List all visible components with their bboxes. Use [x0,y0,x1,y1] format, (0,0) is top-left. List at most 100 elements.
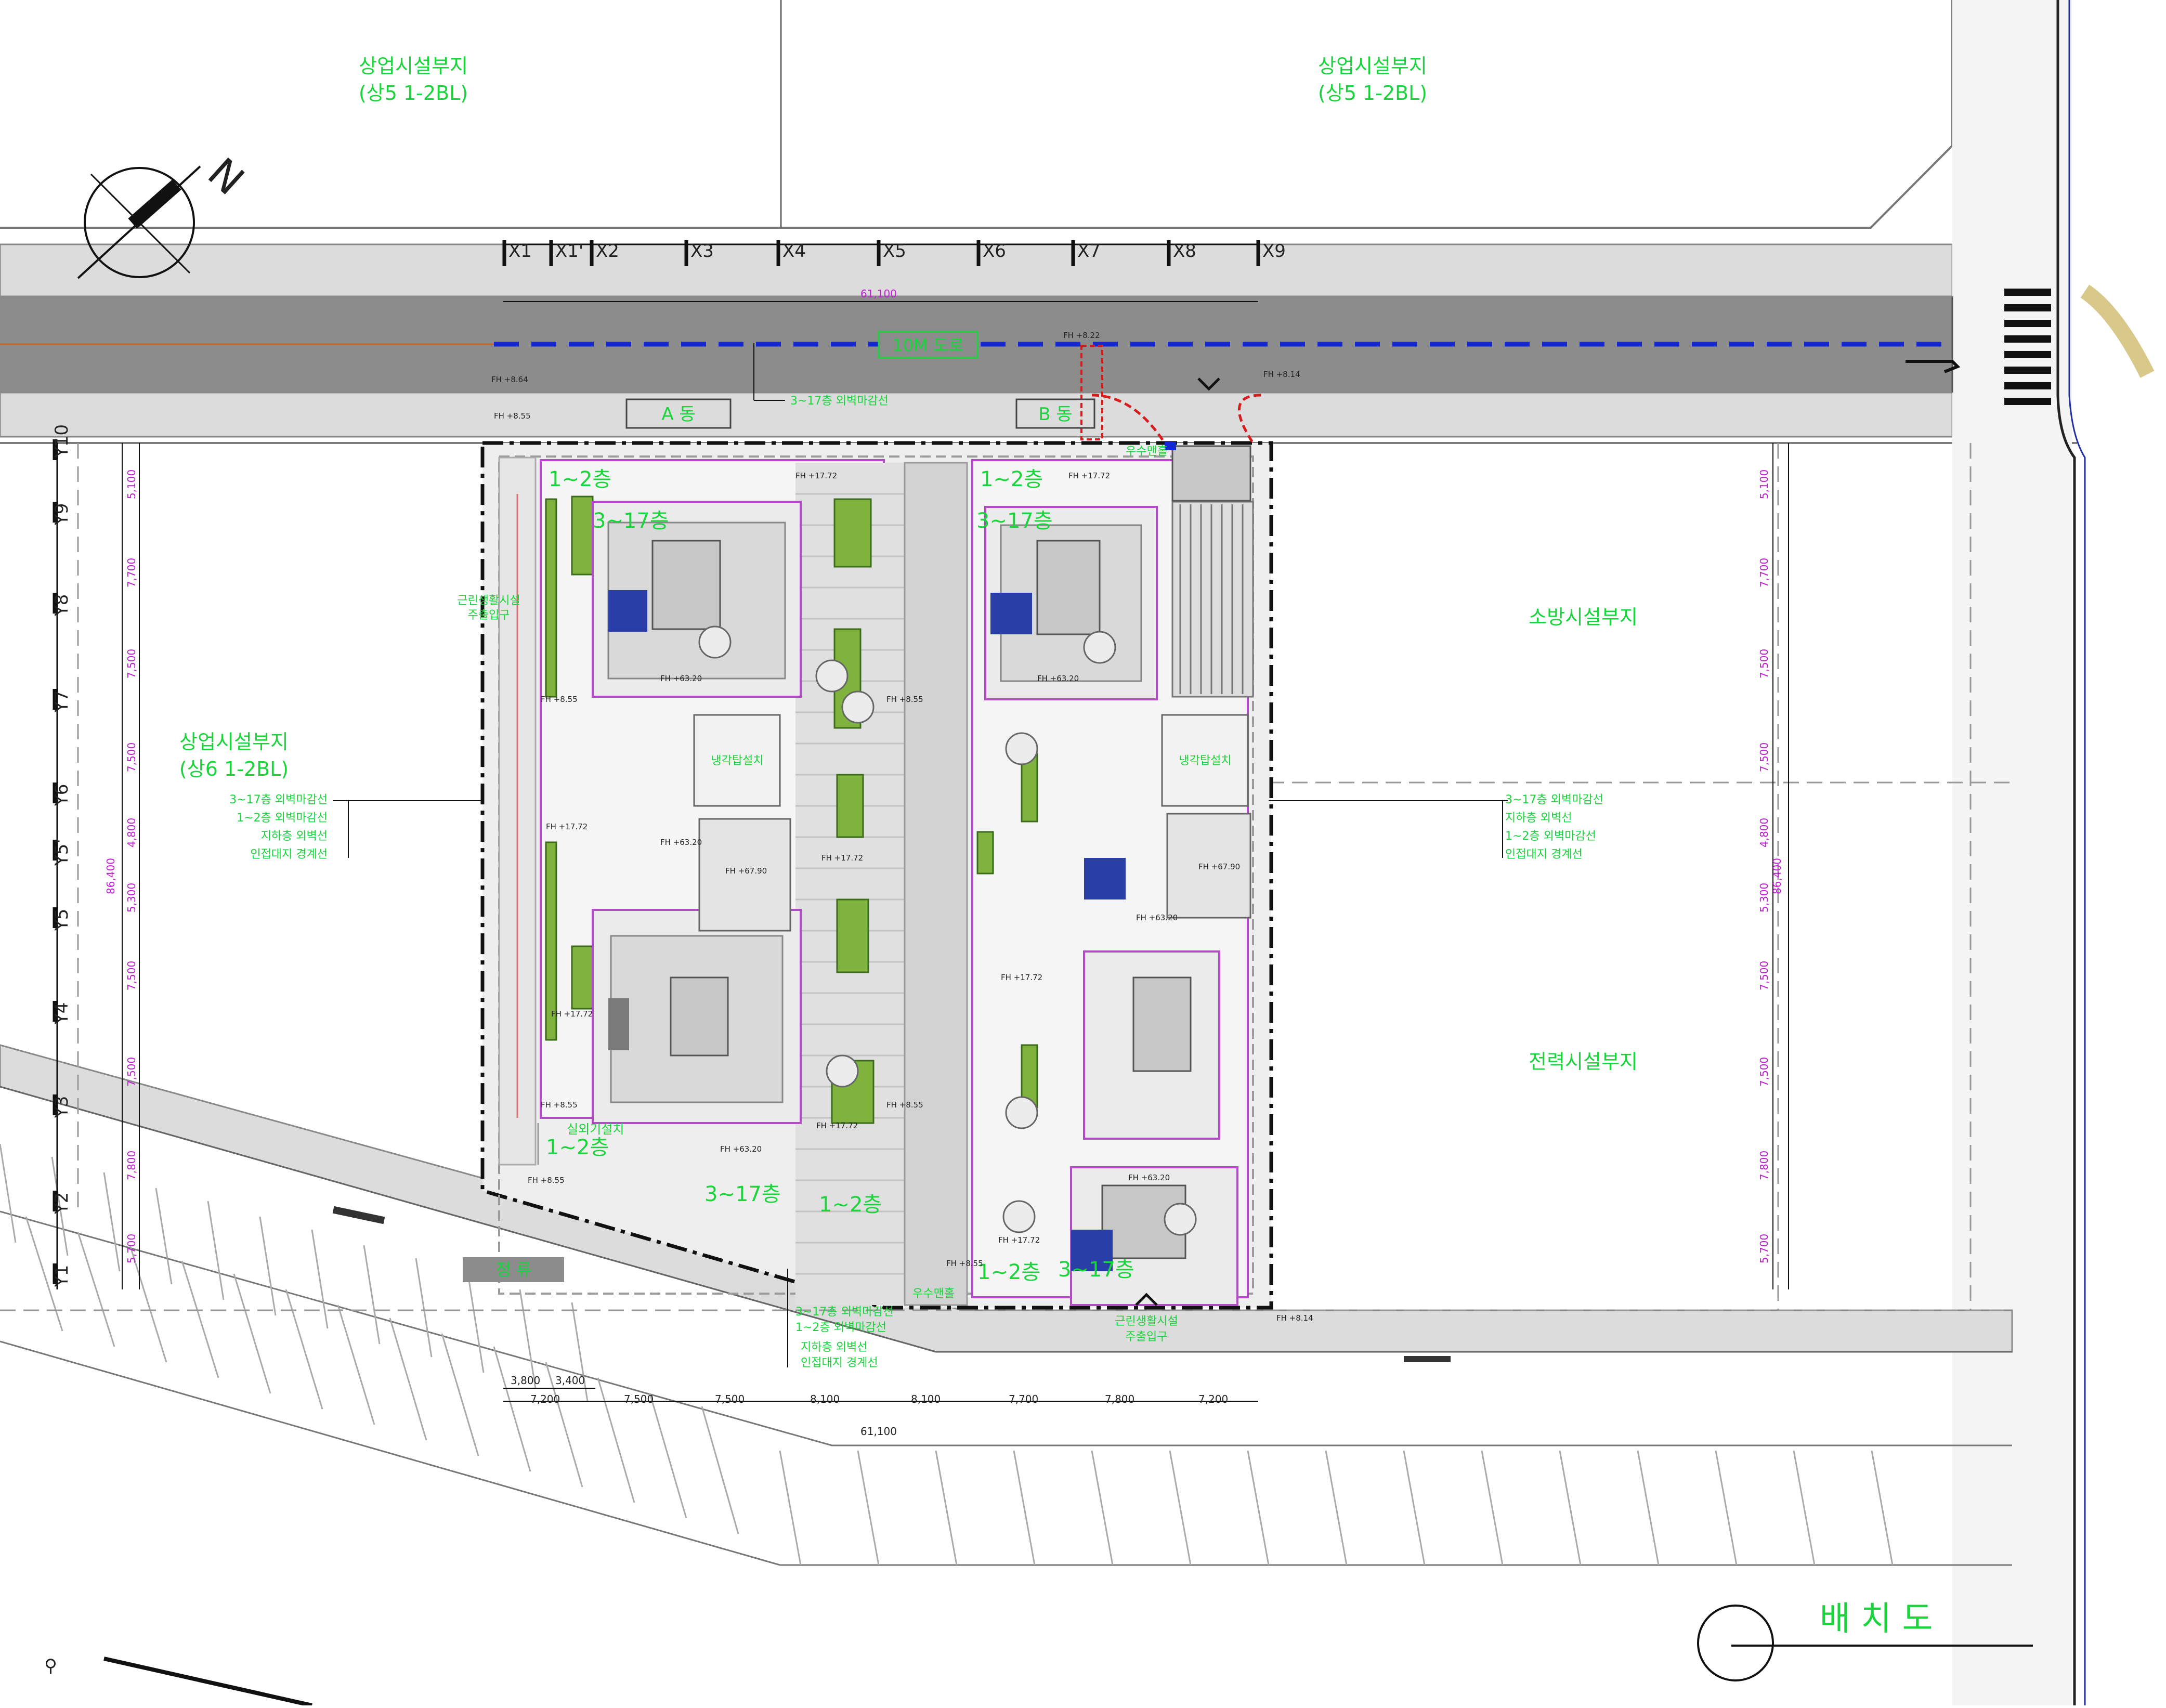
dim-bottom-4: 8,100 [810,1393,840,1405]
site-plan-svg: X1 X1' X2 X3 X4 X5 X6 X7 X8 X9 Y10 Y9 Y8… [0,0,2155,1707]
site-commercial-top-left: 상업시설부지 [359,55,468,77]
grid-y-axis: Y10 Y9 Y8 Y7 Y6 Y5' Y5 Y4 Y3 Y2 Y1 [51,424,72,1289]
grid-x2-label: X2 [596,241,619,262]
grid-y1-label: Y1 [51,1265,72,1287]
site-commercial-left: 상업시설부지 [179,731,289,753]
entry-hex-paving [1171,445,1251,502]
road-name: 10M 도로 [892,335,963,355]
dim-bottom-3: 7,500 [715,1393,745,1405]
dim-right-1: 5,100 [1758,470,1770,499]
dim-right-4: 7,500 [1758,742,1770,772]
note-facility-entrance-2: 주출입구 [1126,1331,1168,1344]
corner-mark: ⚲ [44,1655,57,1676]
site-plan-drawing: X1 X1' X2 X3 X4 X5 X6 X7 X8 X9 Y10 Y9 Y8… [0,0,2166,1707]
lower-curb-2 [0,1340,2012,1566]
legend-left-2: 1~2층 외벽마감선 [237,812,328,825]
floors-1-2-a: 1~2층 [549,467,611,491]
tower-a2-stair [670,976,729,1057]
fh-2e: FH +63.20 [720,1144,762,1154]
cooling-tower-a-label: 냉각탑설치 [711,754,763,767]
dim-right-3: 7,500 [1758,649,1770,679]
grid-x5-label: X5 [883,241,906,262]
grid-x3-label: X3 [690,241,714,262]
note-facility-entrance: 근린생활시설 [1115,1315,1178,1328]
fh-2c: FH +63.20 [660,838,702,847]
fh-6: FH +8.22 [1063,331,1100,340]
legend-right: 3~17층 외벽마감선 지하층 외벽선 1~2층 외벽마감선 인접대지 경계선 [1269,793,1603,861]
dim-right-total: 86,400 [1771,858,1783,894]
dim-right-6: 5,300 [1758,883,1770,912]
site-commercial-top-right-code: (상5 1-2BL) [1318,82,1427,105]
floors-1-2-e: 1~2층 [977,1260,1040,1284]
tower-b1-stair [1036,540,1101,635]
tower-a1-elev [608,590,647,632]
east-landscape-hatch [2080,284,2155,378]
dim-bottom-sub-1: 3,800 [511,1374,540,1387]
fh-2f: FH +63.20 [1128,1173,1170,1182]
dim-bottom-2: 7,500 [624,1393,654,1405]
dim-bottom-sub-2: 3,400 [555,1374,585,1387]
fh-1e: FH +17.72 [816,1121,858,1130]
fh-4b: FH +8.55 [886,695,923,704]
dim-left-total: 86,400 [105,858,117,894]
upper-lot-line [0,0,1953,229]
tower-a1-stair [651,540,721,630]
legend-left-1: 3~17층 외벽마감선 [229,793,328,806]
fh-3: FH +67.90 [725,866,767,876]
bus-bar-1 [332,1206,385,1224]
legend-left-4: 인접대지 경계선 [250,848,328,861]
dim-bottom-8: 7,200 [1198,1393,1228,1405]
fh-4e: FH +8.55 [528,1176,565,1185]
fh-2b: FH +63.20 [1037,674,1079,683]
dim-bottom-6: 7,700 [1009,1393,1038,1405]
floors-3-17-d: 3~17층 [1058,1258,1134,1282]
dim-bottom-5: 8,100 [911,1393,941,1405]
fh-1g: FH +17.72 [546,822,588,831]
dim-left-3: 7,500 [125,649,138,679]
dim-left-4: 7,500 [125,742,138,772]
grid-x8-label: X8 [1173,241,1196,262]
dim-top-total: 61,100 [860,288,897,300]
grid-y9-label: Y9 [51,503,72,526]
site-commercial-top-right: 상업시설부지 [1318,55,1427,77]
legend-top-1: 3~17층 외벽마감선 [790,395,889,408]
fh-4c: FH +8.55 [541,1100,578,1110]
fh-1b: FH +17.72 [1068,471,1110,480]
grid-y4-label: Y4 [51,1002,72,1025]
legend-right-2: 지하층 외벽선 [1505,812,1572,825]
dim-left-6: 5,300 [125,883,138,912]
dim-left-9: 7,800 [125,1151,138,1180]
grid-x6-label: X6 [983,241,1006,262]
floors-1-2-d: 1~2층 [819,1193,882,1217]
dim-left-2: 7,700 [125,558,138,588]
b-dong-label: B 동 [1038,404,1072,425]
fh-3b: FH +67.90 [1198,862,1240,871]
fh-2: FH +63.20 [660,674,702,683]
north-sidewalk [0,243,1953,297]
dim-right-9: 7,800 [1758,1151,1770,1180]
fh-4f: FH +8.55 [494,411,531,421]
legend-right-1: 3~17층 외벽마감선 [1505,793,1603,806]
dim-right-7: 7,500 [1758,961,1770,990]
grid-y3-label: Y3 [51,1096,72,1118]
fh-4: FH +8.55 [541,695,578,704]
title-circle [1697,1605,1774,1681]
fh-7: FH +8.64 [491,375,528,384]
fh-1f: FH +17.72 [998,1235,1040,1245]
grid-x4-label: X4 [782,241,806,262]
legend-bottom-1: 3~17층 외벽마감선 [795,1306,894,1319]
grid-y6-label: Y6 [51,784,72,806]
fire-lane [1171,501,1254,698]
grid-y2-label: Y2 [51,1192,72,1215]
legend-left: 3~17층 외벽마감선 1~2층 외벽마감선 지하층 외벽선 인접대지 경계선 [229,793,484,861]
fh-4d: FH +8.55 [886,1100,923,1110]
note-facility-entrance-west-2: 주출입구 [468,609,510,622]
title-block: 배 치 도 ⚲ [44,1600,2033,1681]
fh-5b: FH +8.14 [1276,1313,1313,1323]
note-facility-entrance-west: 근린생활시설 [457,594,520,607]
grid-x9-label: X9 [1262,241,1286,262]
legend-right-3: 1~2층 외벽마감선 [1505,830,1596,843]
grid-y8-label: Y8 [51,594,72,617]
floors-1-2-b: 1~2층 [980,467,1043,491]
fh-1: FH +17.72 [795,471,837,480]
